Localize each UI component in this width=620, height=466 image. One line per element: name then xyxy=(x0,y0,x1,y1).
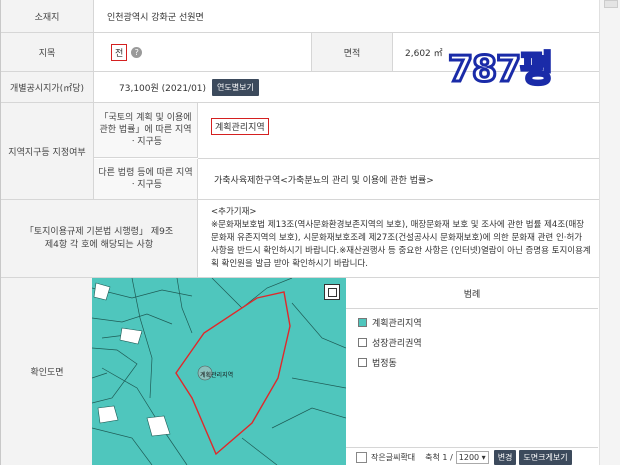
legend-item: 법정동 xyxy=(358,356,422,369)
regulation-note-body: ※문화재보호법 제13조(역사문화환경보존지역의 보호), 매장문화재 보호 및… xyxy=(211,220,591,269)
zone-sub1-value: 계획관리지역 xyxy=(211,118,269,135)
map-controls: 작은글씨확대 축척 1 / 1200 ▾ 변경 도면크게보기 xyxy=(346,447,598,466)
area-label: 면적 xyxy=(311,33,393,71)
legend-item-label: 법정동 xyxy=(372,359,397,369)
change-button[interactable]: 변경 xyxy=(493,449,517,465)
large-map-button[interactable]: 도면크게보기 xyxy=(519,449,572,465)
row-location: 소재지 인천광역시 강화군 선원면 xyxy=(1,0,599,33)
yearly-view-button[interactable]: 연도별보기 xyxy=(212,78,259,96)
row-zone: 지역지구등 지정여부 「국토의 계획 및 이용에 관한 법률」에 따른 지역ㆍ지… xyxy=(1,103,599,200)
right-scrollbar[interactable] xyxy=(599,0,620,465)
zone-label: 지역지구등 지정여부 xyxy=(1,103,94,199)
legend-item-label: 성장관리권역 xyxy=(372,339,422,349)
area-value: 2,602 ㎡ xyxy=(405,48,443,59)
price-label: 개별공시지가(㎡당) xyxy=(1,72,94,102)
legend-list: 계획관리지역 성장관리권역 법정동 xyxy=(358,316,422,376)
legend-item-label: 계획관리지역 xyxy=(372,319,422,329)
legend-swatch-icon xyxy=(358,318,367,327)
legend-swatch-icon xyxy=(358,338,367,347)
price-value: 73,100원 (2021/01) xyxy=(119,83,207,94)
regulation-label: 「토지이용규제 기본법 시행령」 제9조 제4항 각 호에 해당되는 사항 xyxy=(1,200,198,277)
help-icon[interactable]: ? xyxy=(131,46,143,58)
zone-sub1-label: 「국토의 계획 및 이용에 관한 법률」에 따른 지역ㆍ지구등 xyxy=(94,103,198,158)
zone-sub2-label: 다른 법령 등에 따른 지역ㆍ지구등 xyxy=(94,159,198,199)
zone-sub2-value: 가축사육제한구역<가축분뇨의 관리 및 이용에 관한 법률> xyxy=(214,175,434,186)
scale-label: 축척 1 / xyxy=(425,452,453,462)
small-text-checkbox[interactable] xyxy=(356,451,367,463)
jimok-value: 전 xyxy=(111,43,128,61)
parcel-map[interactable]: 계획관리지역 xyxy=(92,278,346,465)
map-row-label: 확인도면 xyxy=(1,278,94,465)
pyeong-overlay: 787평 xyxy=(446,48,554,92)
location-label: 소재지 xyxy=(1,0,94,32)
legend-title: 범례 xyxy=(346,278,598,309)
map-parcel-label: 계획관리지역 xyxy=(200,372,234,379)
row-regulation: 「토지이용규제 기본법 시행령」 제9조 제4항 각 호에 해당되는 사항 <추… xyxy=(1,200,599,278)
expand-map-icon[interactable] xyxy=(324,284,340,300)
legend-swatch-icon xyxy=(358,358,367,367)
scale-select[interactable]: 1200 ▾ xyxy=(455,450,489,464)
small-text-label: 작은글씨확대 xyxy=(371,452,416,462)
location-value: 인천광역시 강화군 선원면 xyxy=(107,12,204,23)
legend-item: 성장관리권역 xyxy=(358,336,422,349)
regulation-note-title: <추가기재> xyxy=(211,207,257,217)
jimok-label: 지목 xyxy=(1,33,94,71)
legend-item: 계획관리지역 xyxy=(358,316,422,329)
